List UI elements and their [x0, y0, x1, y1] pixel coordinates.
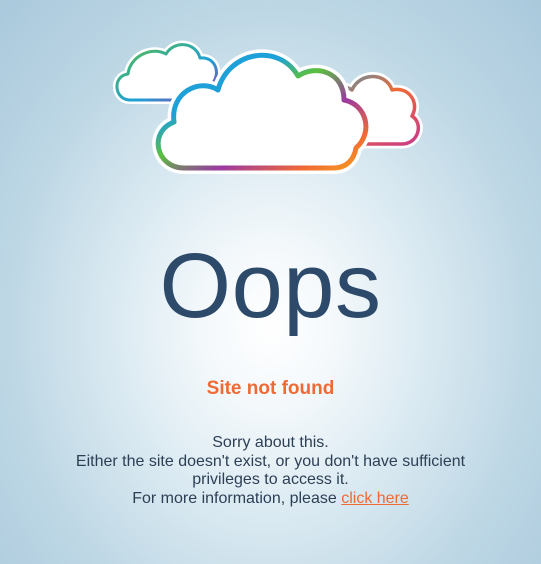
error-headline: Oops — [159, 235, 382, 337]
error-page: Oops Site not found Sorry about this. Ei… — [0, 0, 541, 564]
error-title: Site not found — [206, 378, 335, 399]
reason-text-line2: privileges to access it. — [192, 471, 349, 488]
info-prefix-text: For more information, please — [132, 489, 337, 507]
info-line: For more information, please click here — [20, 490, 521, 509]
clouds-illustration — [113, 40, 423, 174]
reason-text-line1: Either the site doesn't exist, or you do… — [75, 452, 466, 470]
click-here-link[interactable]: click here — [341, 490, 409, 507]
error-message: Sorry about this. Either the site doesn'… — [20, 434, 521, 508]
apology-text: Sorry about this. — [212, 434, 329, 451]
